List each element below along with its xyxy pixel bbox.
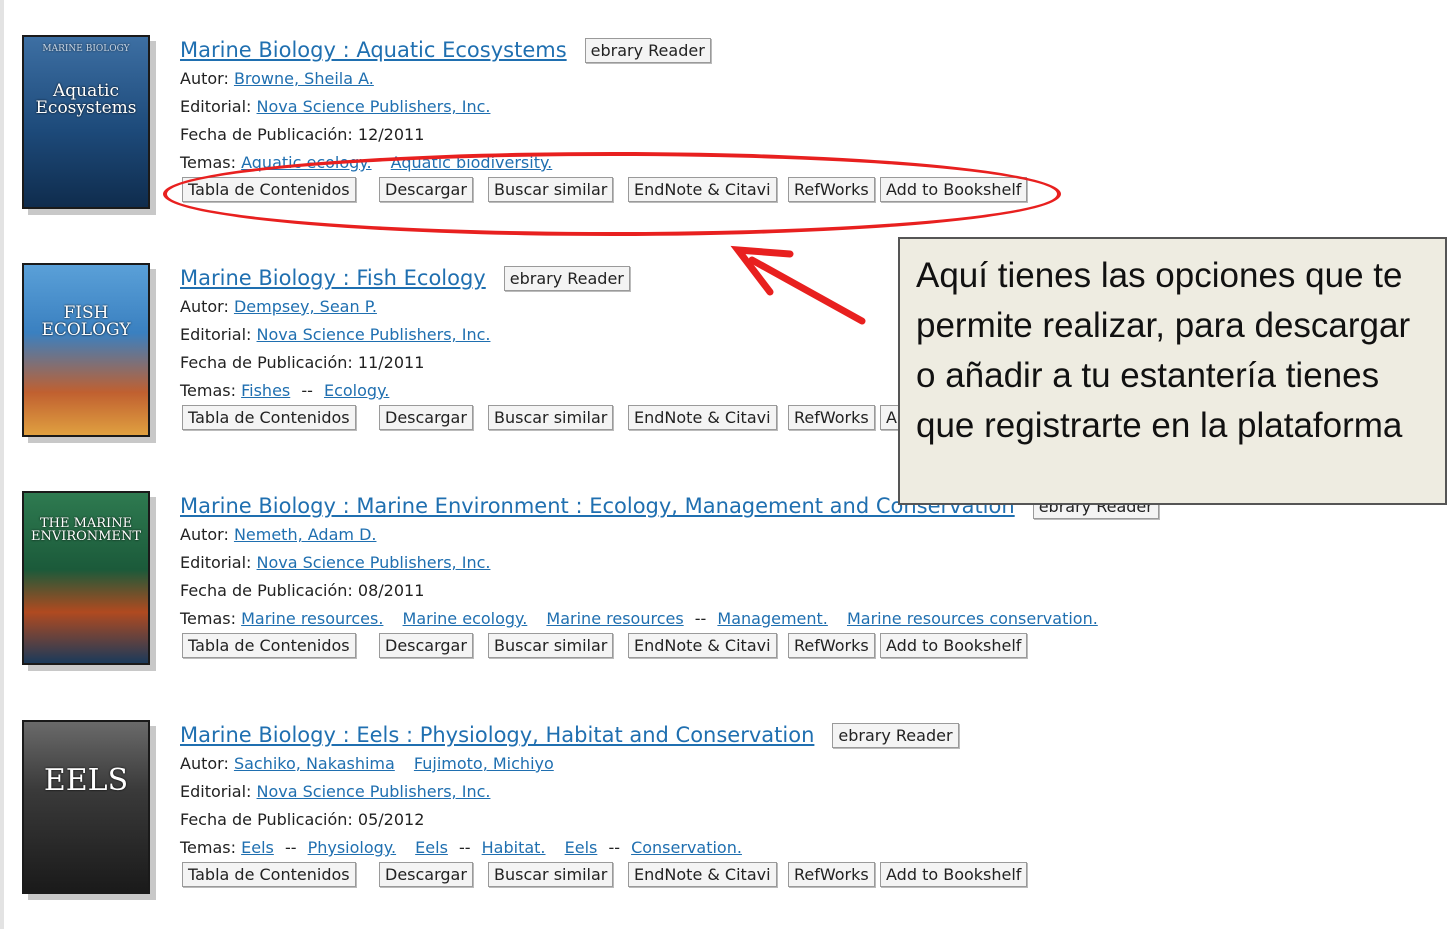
instruction-callout: Aquí tienes las opciones que te permite … (898, 237, 1447, 505)
